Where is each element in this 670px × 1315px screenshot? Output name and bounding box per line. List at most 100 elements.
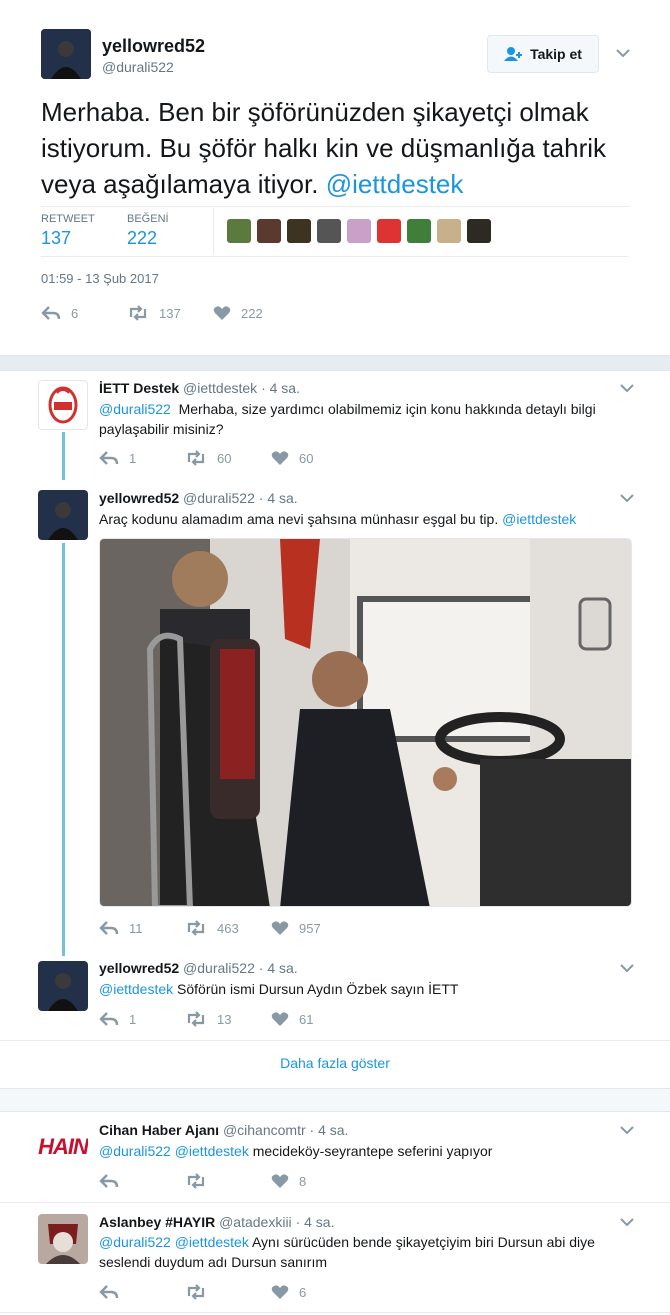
chevron-down-icon[interactable] bbox=[620, 1125, 634, 1135]
tweet-mention[interactable]: @durali522 @iettdestek bbox=[99, 1234, 249, 1250]
reply-count: 1 bbox=[129, 1011, 137, 1027]
liker-avatar[interactable] bbox=[377, 219, 401, 243]
liker-avatar[interactable] bbox=[347, 219, 371, 243]
avatar[interactable] bbox=[38, 490, 88, 540]
reply-action[interactable] bbox=[99, 1173, 129, 1189]
liker-avatar[interactable] bbox=[287, 219, 311, 243]
retweet-count: 463 bbox=[217, 920, 239, 936]
retweet-stat[interactable]: RETWEET 137 bbox=[41, 213, 95, 249]
like-action[interactable]: 222 bbox=[213, 305, 263, 321]
avatar[interactable] bbox=[38, 1214, 88, 1264]
retweet-action[interactable]: 463 bbox=[185, 920, 239, 936]
follow-label: Takip et bbox=[530, 46, 582, 62]
retweet-action[interactable]: 13 bbox=[185, 1011, 231, 1027]
tweet-time[interactable]: 4 sa. bbox=[267, 960, 297, 976]
avatar-image bbox=[38, 490, 88, 540]
author-name[interactable]: İETT Destek bbox=[99, 380, 179, 396]
tweet-time[interactable]: 4 sa. bbox=[270, 380, 300, 396]
author-name[interactable]: Aslanbey #HAYIR bbox=[99, 1214, 215, 1230]
retweet-action[interactable] bbox=[185, 1173, 217, 1189]
author-handle[interactable]: @iettdestek bbox=[183, 380, 257, 396]
reply-action[interactable] bbox=[99, 1284, 129, 1300]
author-handle[interactable]: @durali522 bbox=[102, 59, 174, 75]
retweet-count: 13 bbox=[217, 1011, 232, 1027]
author-name[interactable]: Cihan Haber Ajanı bbox=[99, 1122, 219, 1138]
like-action[interactable]: 6 bbox=[271, 1284, 306, 1300]
section-divider bbox=[0, 1088, 670, 1112]
avatar[interactable]: HAIN bbox=[38, 1122, 88, 1172]
author-handle[interactable]: @durali522 bbox=[183, 960, 255, 976]
likers-avatars bbox=[227, 219, 497, 243]
chevron-down-icon[interactable] bbox=[620, 383, 634, 393]
avatar[interactable] bbox=[38, 961, 88, 1011]
author-handle[interactable]: @cihancomtr bbox=[223, 1122, 306, 1138]
tweet-time[interactable]: 4 sa. bbox=[267, 490, 297, 506]
chevron-down-icon[interactable] bbox=[620, 493, 634, 503]
like-action[interactable]: 8 bbox=[271, 1173, 306, 1189]
retweet-action[interactable]: 137 bbox=[127, 305, 181, 321]
follow-button[interactable]: Takip et bbox=[487, 35, 599, 73]
author-handle[interactable]: @atadexkiii bbox=[219, 1214, 292, 1230]
tweet-mention[interactable]: @iettdestek bbox=[326, 169, 464, 199]
tweet-text: Araç kodunu alamadım ama nevi şahsına mü… bbox=[99, 509, 634, 529]
retweet-icon bbox=[129, 305, 147, 321]
reply-action[interactable]: 1 bbox=[99, 1011, 136, 1027]
liker-avatar[interactable] bbox=[407, 219, 431, 243]
tweet-divider bbox=[0, 1312, 670, 1313]
like-stat-count: 222 bbox=[127, 228, 158, 248]
tweet-text: Merhaba. Ben bir şöförünüzden şikayetçi … bbox=[41, 94, 641, 202]
tweet-mention[interactable]: @iettdestek bbox=[99, 981, 173, 997]
retweet-icon bbox=[187, 450, 205, 466]
reply-icon bbox=[99, 1012, 119, 1026]
like-action[interactable]: 60 bbox=[271, 450, 313, 466]
tweet-time[interactable]: 4 sa. bbox=[318, 1122, 348, 1138]
like-action[interactable]: 61 bbox=[271, 1011, 313, 1027]
retweet-action[interactable]: 60 bbox=[185, 450, 231, 466]
reply-action[interactable]: 11 bbox=[99, 920, 143, 936]
retweet-action[interactable] bbox=[185, 1284, 217, 1300]
retweet-icon bbox=[187, 920, 205, 936]
tweet-time[interactable]: 4 sa. bbox=[304, 1214, 334, 1230]
avatar[interactable] bbox=[38, 380, 88, 430]
chevron-down-icon[interactable] bbox=[620, 963, 634, 973]
avatar[interactable] bbox=[41, 29, 91, 79]
heart-icon bbox=[271, 451, 289, 465]
reply-icon bbox=[99, 1174, 119, 1188]
like-action[interactable]: 957 bbox=[271, 920, 321, 936]
tweet-mention[interactable]: @durali522 bbox=[99, 401, 171, 417]
chevron-down-icon[interactable] bbox=[620, 1217, 634, 1227]
tweet-text: @durali522 Merhaba, size yardımcı olabil… bbox=[99, 399, 634, 439]
tweet-photo[interactable] bbox=[99, 538, 632, 907]
author-name[interactable]: yellowred52 bbox=[99, 490, 179, 506]
tweet-timestamp[interactable]: 01:59 - 13 Şub 2017 bbox=[41, 271, 159, 286]
liker-avatar[interactable] bbox=[257, 219, 281, 243]
like-count: 6 bbox=[299, 1284, 307, 1300]
thread-connector-line bbox=[62, 432, 65, 480]
avatar-image bbox=[41, 29, 91, 79]
show-more-link[interactable]: Daha fazla göster bbox=[0, 1055, 670, 1071]
liker-avatar[interactable] bbox=[317, 219, 341, 243]
bus-driver-photo bbox=[100, 539, 631, 906]
liker-avatar[interactable] bbox=[467, 219, 491, 243]
like-count: 8 bbox=[299, 1173, 307, 1189]
retweet-stat-label: RETWEET bbox=[41, 213, 95, 225]
liker-avatar[interactable] bbox=[227, 219, 251, 243]
tweet-mention[interactable]: @durali522 @iettdestek bbox=[99, 1143, 249, 1159]
reply-icon bbox=[99, 921, 119, 935]
author-handle[interactable]: @durali522 bbox=[183, 490, 255, 506]
author-name[interactable]: yellowred52 bbox=[102, 36, 205, 57]
avatar-image bbox=[38, 961, 88, 1011]
author-name[interactable]: yellowred52 bbox=[99, 960, 179, 976]
heart-icon bbox=[271, 921, 289, 935]
like-count: 222 bbox=[241, 305, 263, 321]
retweet-icon bbox=[187, 1173, 205, 1189]
tweet-text: @durali522 @iettdestek mecideköy-seyrant… bbox=[99, 1141, 634, 1161]
avatar-image bbox=[38, 1214, 88, 1264]
reply-action[interactable]: 6 bbox=[41, 305, 78, 321]
reply-action[interactable]: 1 bbox=[99, 450, 136, 466]
like-stat[interactable]: BEĞENİ 222 bbox=[127, 213, 169, 249]
retweet-count: 60 bbox=[217, 450, 232, 466]
liker-avatar[interactable] bbox=[437, 219, 461, 243]
tweet-mention[interactable]: @iettdestek bbox=[502, 511, 576, 527]
chevron-down-icon[interactable] bbox=[616, 48, 630, 58]
